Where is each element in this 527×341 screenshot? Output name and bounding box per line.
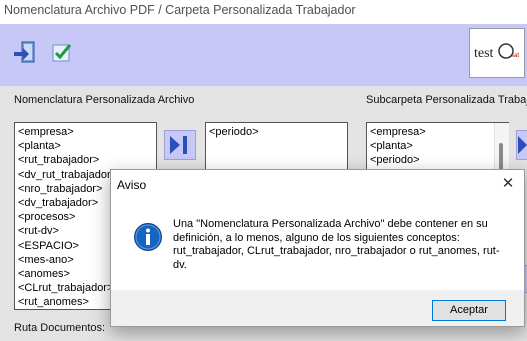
info-icon (133, 222, 163, 252)
ruta-label: Ruta Documentos: (14, 322, 106, 334)
dialog-title: Aviso (117, 178, 147, 192)
available-field-item[interactable]: <rut_trabajador> (18, 153, 156, 167)
subfolder-field-item[interactable]: <empresa> (370, 125, 508, 139)
dialog-header: Aviso ✕ (111, 170, 524, 198)
add-subfolder-button[interactable] (516, 130, 527, 160)
subfolder-field-item[interactable]: <planta> (370, 139, 508, 153)
nomenclatura-label: Nomenclatura Personalizada Archivo (14, 94, 195, 106)
svg-text:test: test (474, 46, 494, 61)
dialog-footer: Aceptar (111, 290, 524, 326)
arrow-right-icon (518, 136, 527, 154)
subcarpeta-label: Subcarpeta Personalizada Trabaj (366, 94, 527, 106)
aceptar-button[interactable]: Aceptar (432, 300, 506, 321)
add-field-button[interactable] (164, 130, 196, 160)
checkmark-icon[interactable] (50, 40, 76, 66)
window-title: Nomenclatura Archivo PDF / Carpeta Perso… (4, 3, 356, 17)
selected-field-item[interactable]: <periodo> (209, 125, 347, 139)
title-bar: Nomenclatura Archivo PDF / Carpeta Perso… (0, 0, 527, 24)
toolbar (0, 24, 527, 86)
available-field-item[interactable]: <empresa> (18, 125, 156, 139)
close-icon[interactable]: ✕ (497, 174, 519, 194)
available-field-item[interactable]: <planta> (18, 139, 156, 153)
subfolder-field-item[interactable]: <periodo> (370, 153, 508, 167)
dialog-body: Una "Nomenclatura Personalizada Archivo"… (111, 198, 524, 290)
arrow-right-icon (170, 136, 187, 154)
save-exit-icon[interactable] (12, 40, 38, 66)
aviso-dialog: Aviso ✕ Una "Nomenclatura Personalizada … (110, 169, 525, 327)
svg-text:sat: sat (511, 53, 519, 59)
dialog-message: Una "Nomenclatura Personalizada Archivo"… (173, 218, 500, 271)
company-logo: test sat (469, 28, 525, 78)
